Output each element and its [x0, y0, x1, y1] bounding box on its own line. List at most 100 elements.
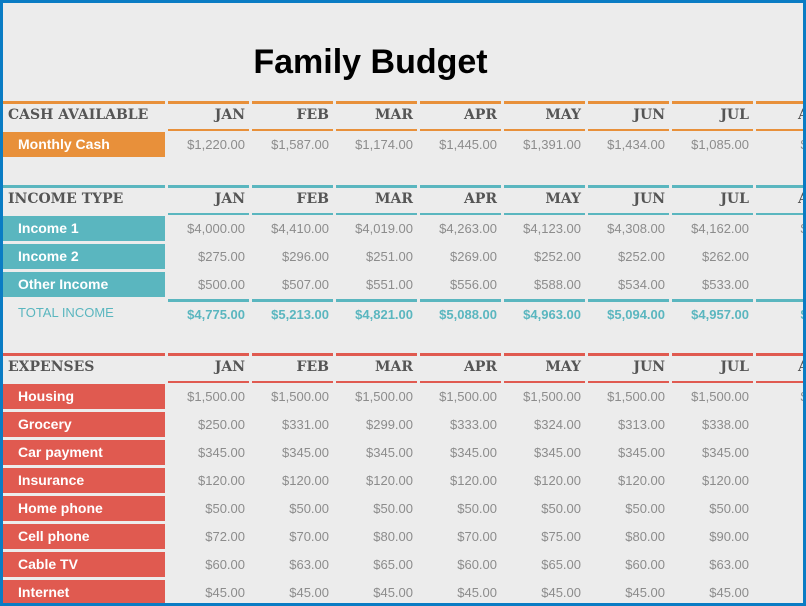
value-cell[interactable]: $70.00 [420, 523, 501, 551]
value-cell[interactable]: $556.00 [420, 271, 501, 299]
value-cell[interactable]: $269.00 [420, 243, 501, 271]
row-label[interactable]: Other Income [3, 272, 165, 297]
value-cell[interactable]: $50.00 [336, 495, 417, 523]
value-cell[interactable]: $4,162.00 [672, 215, 753, 243]
value-cell[interactable]: $50.00 [588, 495, 669, 523]
value-cell[interactable]: $588.00 [504, 271, 585, 299]
value-cell[interactable]: $4,000.00 [168, 215, 249, 243]
value-cell[interactable]: $70.00 [252, 523, 333, 551]
value-cell[interactable]: $25 [756, 243, 803, 271]
value-cell[interactable]: $1,500.00 [252, 383, 333, 411]
total-value-cell[interactable]: $5,088.00 [420, 299, 501, 327]
total-value-cell[interactable]: $5,213.00 [252, 299, 333, 327]
column-header-may[interactable]: MAY [504, 353, 585, 383]
value-cell[interactable]: $45.00 [504, 579, 585, 603]
value-cell[interactable]: $12 [756, 467, 803, 495]
value-cell[interactable]: $6 [756, 551, 803, 579]
column-header-aug[interactable]: AUG [756, 185, 803, 215]
value-cell[interactable]: $1,500.00 [420, 383, 501, 411]
row-label[interactable]: Cell phone [3, 524, 165, 549]
row-label[interactable]: Income 2 [3, 244, 165, 269]
value-cell[interactable]: $50.00 [252, 495, 333, 523]
value-cell[interactable]: $1,434.00 [588, 131, 669, 159]
value-cell[interactable]: $80.00 [336, 523, 417, 551]
value-cell[interactable]: $345.00 [504, 439, 585, 467]
value-cell[interactable]: $252.00 [504, 243, 585, 271]
row-label[interactable]: Insurance [3, 468, 165, 493]
value-cell[interactable]: $72.00 [168, 523, 249, 551]
value-cell[interactable]: $324.00 [504, 411, 585, 439]
value-cell[interactable]: $120.00 [252, 467, 333, 495]
value-cell[interactable]: $500.00 [168, 271, 249, 299]
value-cell[interactable]: $120.00 [672, 467, 753, 495]
column-header-mar[interactable]: MAR [336, 353, 417, 383]
value-cell[interactable]: $250.00 [168, 411, 249, 439]
value-cell[interactable]: $345.00 [672, 439, 753, 467]
column-header-feb[interactable]: FEB [252, 185, 333, 215]
column-header-jan[interactable]: JAN [168, 185, 249, 215]
value-cell[interactable]: $50.00 [168, 495, 249, 523]
value-cell[interactable]: $252.00 [588, 243, 669, 271]
value-cell[interactable]: $4,263.00 [420, 215, 501, 243]
value-cell[interactable]: $1,50 [756, 383, 803, 411]
value-cell[interactable]: $120.00 [420, 467, 501, 495]
value-cell[interactable]: $120.00 [588, 467, 669, 495]
value-cell[interactable]: $1,174.00 [336, 131, 417, 159]
total-value-cell[interactable]: $4,957.00 [672, 299, 753, 327]
value-cell[interactable]: $345.00 [420, 439, 501, 467]
value-cell[interactable]: $45.00 [420, 579, 501, 603]
column-header-may[interactable]: MAY [504, 101, 585, 131]
value-cell[interactable]: $5 [756, 495, 803, 523]
column-header-apr[interactable]: APR [420, 185, 501, 215]
column-header-may[interactable]: MAY [504, 185, 585, 215]
value-cell[interactable]: $1,500.00 [588, 383, 669, 411]
value-cell[interactable]: $75.00 [504, 523, 585, 551]
value-cell[interactable]: $22 [756, 411, 803, 439]
row-label[interactable]: Monthly Cash [3, 132, 165, 157]
value-cell[interactable]: $45.00 [588, 579, 669, 603]
value-cell[interactable]: $60.00 [168, 551, 249, 579]
row-label[interactable]: Cable TV [3, 552, 165, 577]
value-cell[interactable]: $333.00 [420, 411, 501, 439]
value-cell[interactable]: $1,500.00 [672, 383, 753, 411]
row-label[interactable]: Home phone [3, 496, 165, 521]
value-cell[interactable]: $65.00 [504, 551, 585, 579]
value-cell[interactable]: $1,500.00 [168, 383, 249, 411]
value-cell[interactable]: $45.00 [252, 579, 333, 603]
value-cell[interactable]: $60.00 [588, 551, 669, 579]
column-header-jan[interactable]: JAN [168, 101, 249, 131]
value-cell[interactable]: $50.00 [672, 495, 753, 523]
column-header-mar[interactable]: MAR [336, 101, 417, 131]
column-header-apr[interactable]: APR [420, 101, 501, 131]
value-cell[interactable]: $275.00 [168, 243, 249, 271]
value-cell[interactable]: $1,500.00 [504, 383, 585, 411]
value-cell[interactable]: $63.00 [252, 551, 333, 579]
value-cell[interactable]: $45.00 [672, 579, 753, 603]
column-header-aug[interactable]: AUG [756, 353, 803, 383]
value-cell[interactable]: $1,500.00 [336, 383, 417, 411]
value-cell[interactable]: $345.00 [336, 439, 417, 467]
value-cell[interactable]: $1,445.00 [420, 131, 501, 159]
row-label[interactable]: Car payment [3, 440, 165, 465]
row-label[interactable]: Grocery [3, 412, 165, 437]
value-cell[interactable]: $507.00 [252, 271, 333, 299]
value-cell[interactable]: $251.00 [336, 243, 417, 271]
value-cell[interactable]: $90.00 [672, 523, 753, 551]
column-header-jul[interactable]: JUL [672, 353, 753, 383]
value-cell[interactable]: $338.00 [672, 411, 753, 439]
value-cell[interactable]: $120.00 [168, 467, 249, 495]
column-header-jul[interactable]: JUL [672, 101, 753, 131]
column-header-jun[interactable]: JUN [588, 353, 669, 383]
column-header-aug[interactable]: AUG [756, 101, 803, 131]
column-header-jul[interactable]: JUL [672, 185, 753, 215]
value-cell[interactable]: $60.00 [420, 551, 501, 579]
value-cell[interactable]: $551.00 [336, 271, 417, 299]
value-cell[interactable]: $50.00 [420, 495, 501, 523]
value-cell[interactable]: $80.00 [588, 523, 669, 551]
value-cell[interactable]: $4,308.00 [588, 215, 669, 243]
row-label[interactable]: Housing [3, 384, 165, 409]
value-cell[interactable]: $63.00 [672, 551, 753, 579]
value-cell[interactable]: $1,085.00 [672, 131, 753, 159]
value-cell[interactable]: $58 [756, 271, 803, 299]
column-header-feb[interactable]: FEB [252, 101, 333, 131]
